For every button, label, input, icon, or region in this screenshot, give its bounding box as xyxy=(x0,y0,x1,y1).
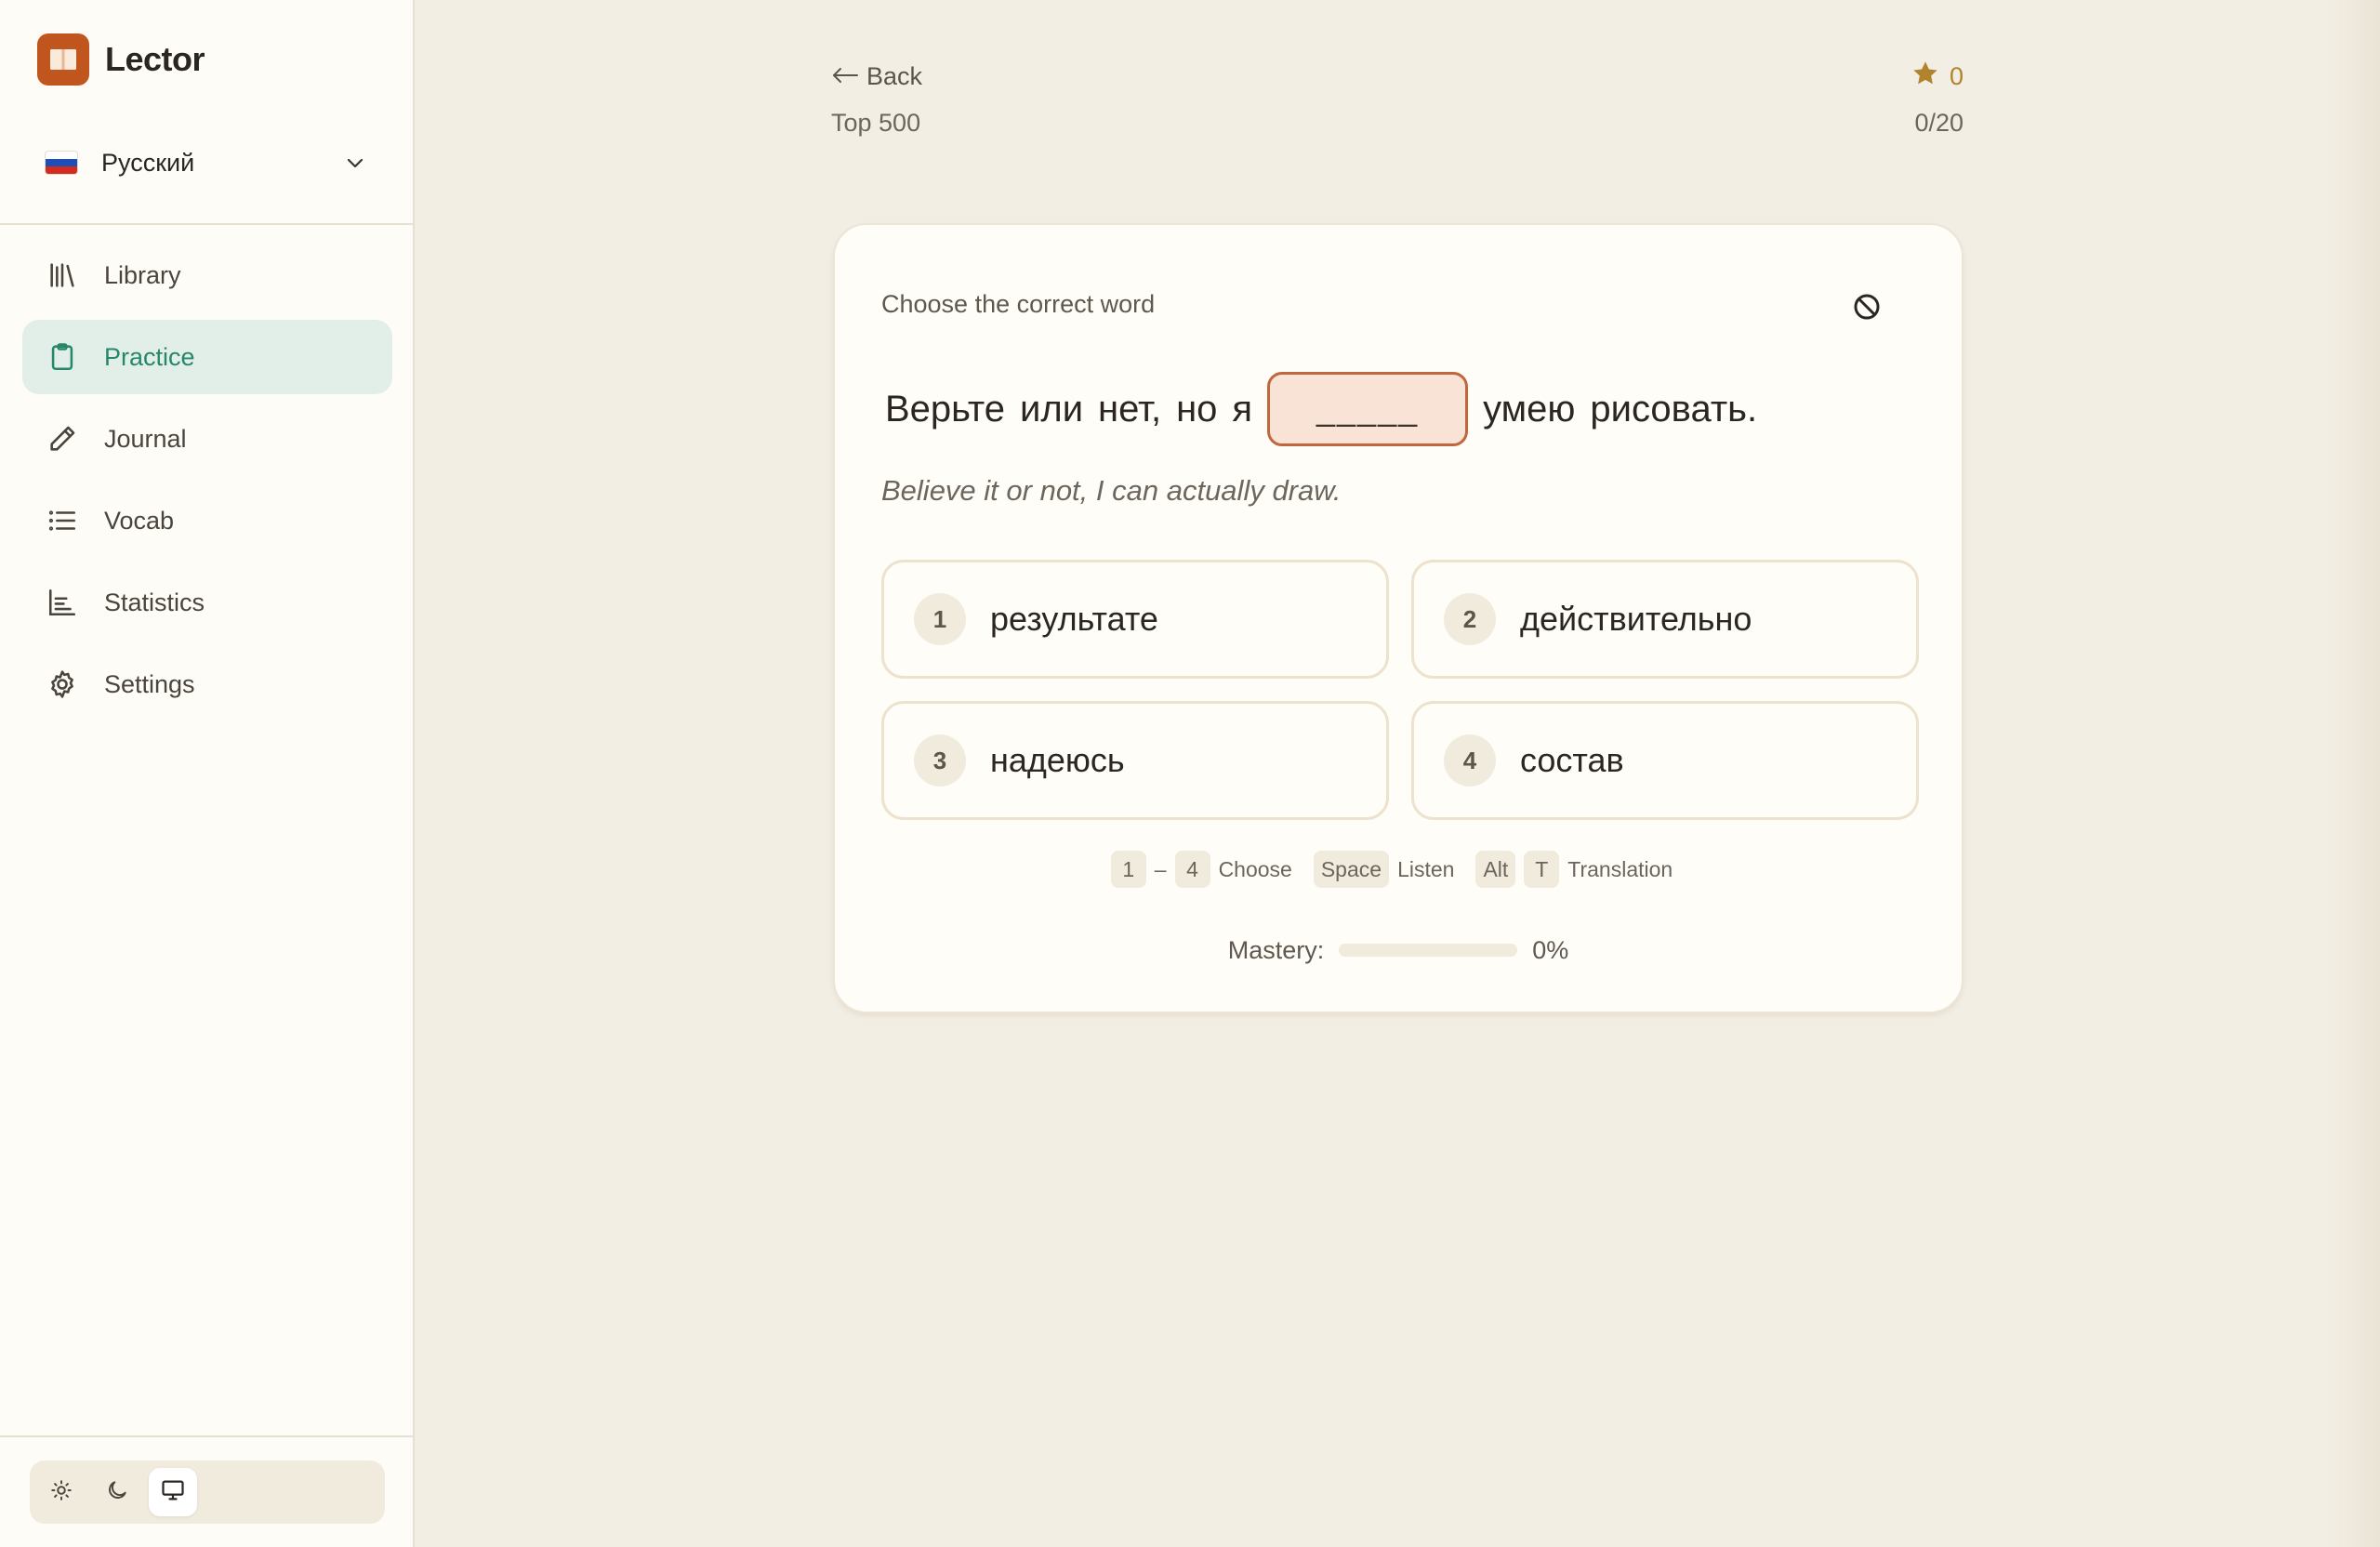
main-nav: Library Practice Journal Vocab Statistic… xyxy=(22,238,392,729)
brand[interactable]: Lector xyxy=(37,33,205,86)
header-left: Back Top 500 xyxy=(831,58,922,138)
book-logo-icon xyxy=(37,33,89,86)
sun-icon xyxy=(49,1478,73,1507)
option-number: 3 xyxy=(914,734,966,787)
option-number: 1 xyxy=(914,593,966,645)
ru-flag-icon xyxy=(46,152,77,174)
kbd-key: Alt xyxy=(1475,851,1516,888)
sidebar-item-journal[interactable]: Journal xyxy=(22,402,392,476)
sidebar-item-label: Library xyxy=(104,260,181,289)
back-link[interactable]: Back xyxy=(831,58,922,95)
list-icon xyxy=(45,503,80,538)
mastery-meter: Mastery: 0% xyxy=(835,930,1962,971)
library-icon xyxy=(45,258,80,293)
mastery-value: 0% xyxy=(1532,935,1569,964)
sentence-word: умею xyxy=(1483,388,1576,430)
sidebar-item-label: Journal xyxy=(104,424,187,453)
shortcut-label: Choose xyxy=(1218,856,1292,881)
progress-count: 0/20 xyxy=(1914,109,1964,137)
sidebar-item-statistics[interactable]: Statistics xyxy=(22,565,392,640)
answer-option-4[interactable]: 4 состав xyxy=(1411,701,1919,820)
answer-option-2[interactable]: 2 действительно xyxy=(1411,560,1919,679)
kbd-range-dash: – xyxy=(1154,856,1167,881)
sidebar-item-library[interactable]: Library xyxy=(22,238,392,312)
kbd-key: T xyxy=(1524,851,1560,888)
back-label: Back xyxy=(866,61,923,90)
chevron-down-icon xyxy=(344,152,366,178)
moon-icon xyxy=(105,1478,129,1507)
sentence-word: Верьте xyxy=(885,388,1006,430)
sidebar-item-practice[interactable]: Practice xyxy=(22,320,392,394)
sentence-translation: Believe it or not, I can actually draw. xyxy=(881,474,1342,507)
gear-icon xyxy=(45,667,80,702)
pencil-icon xyxy=(45,421,80,456)
answer-blank: _____ xyxy=(1267,372,1469,446)
divider xyxy=(0,223,413,225)
dark-theme-button[interactable] xyxy=(93,1468,141,1516)
bar-chart-icon xyxy=(45,585,80,620)
clipboard-icon xyxy=(45,339,80,375)
star-count: 0 xyxy=(1911,58,1964,95)
option-number: 2 xyxy=(1444,593,1496,645)
keyboard-shortcuts: 1 – 4 Choose Space Listen Alt T Translat… xyxy=(835,850,1962,889)
system-theme-button[interactable] xyxy=(149,1468,197,1516)
option-word: действительно xyxy=(1520,600,1752,638)
shortcut-label: Translation xyxy=(1567,856,1673,881)
answer-option-3[interactable]: 3 надеюсь xyxy=(881,701,1389,820)
deck-name: Top 500 xyxy=(831,109,921,137)
sidebar-item-label: Statistics xyxy=(104,588,205,616)
sidebar-item-label: Practice xyxy=(104,342,195,371)
mastery-bar xyxy=(1339,944,1518,957)
header-right: 0 0/20 xyxy=(1911,58,1964,138)
kbd-key: Space xyxy=(1313,851,1390,888)
shortcut-label: Listen xyxy=(1397,856,1455,881)
sidebar-item-label: Vocab xyxy=(104,506,175,535)
sentence-word: нет, xyxy=(1098,388,1162,430)
ban-icon xyxy=(1851,291,1883,327)
option-word: результате xyxy=(990,600,1158,638)
option-word: состав xyxy=(1520,741,1624,779)
kbd-key: 4 xyxy=(1174,851,1210,888)
star-count-value: 0 xyxy=(1949,61,1964,90)
answer-option-1[interactable]: 1 результате xyxy=(881,560,1389,679)
mastery-label: Mastery: xyxy=(1227,935,1325,964)
option-number: 4 xyxy=(1444,734,1496,787)
language-label: Русский xyxy=(101,148,195,177)
sentence-word: я xyxy=(1232,388,1253,430)
sentence-word: но xyxy=(1176,388,1218,430)
sentence-word: рисовать. xyxy=(1590,388,1758,430)
exercise-card: Choose the correct word Верьте или нет, … xyxy=(833,223,1964,1013)
monitor-icon xyxy=(160,1477,186,1508)
star-icon xyxy=(1911,59,1940,95)
edge-shadow xyxy=(2324,0,2380,1547)
app-name: Lector xyxy=(105,40,205,78)
skip-button[interactable] xyxy=(1848,290,1885,327)
light-theme-button[interactable] xyxy=(37,1468,86,1516)
exercise-prompt: Choose the correct word xyxy=(881,290,1156,318)
arrow-left-icon xyxy=(831,62,859,91)
divider xyxy=(0,1435,413,1437)
sidebar: Lector Русский Library Practice Journal … xyxy=(0,0,415,1547)
exercise-sentence: Верьте или нет, но я _____ умею рисовать… xyxy=(885,372,1757,446)
option-word: надеюсь xyxy=(990,741,1125,779)
theme-switcher xyxy=(30,1461,385,1524)
kbd-key: 1 xyxy=(1110,851,1146,888)
sidebar-item-vocab[interactable]: Vocab xyxy=(22,483,392,558)
sentence-word: или xyxy=(1020,388,1084,430)
language-select[interactable]: Русский xyxy=(37,138,377,188)
sidebar-item-label: Settings xyxy=(104,669,195,698)
sidebar-item-settings[interactable]: Settings xyxy=(22,647,392,721)
